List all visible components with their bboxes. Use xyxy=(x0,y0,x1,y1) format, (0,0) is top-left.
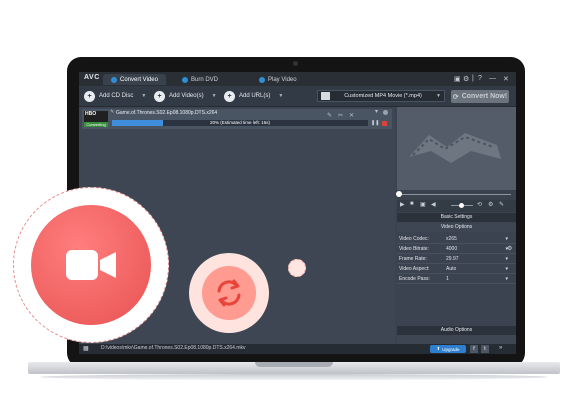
basic-settings-header[interactable]: Basic Settings xyxy=(397,213,516,222)
laptop-notch xyxy=(255,362,333,367)
pause-icon[interactable]: ❚❚ xyxy=(371,120,379,126)
dropdown-icon[interactable]: ▾ xyxy=(375,108,378,115)
chevron-down-icon: ▼ xyxy=(436,93,441,99)
encode-pass-select[interactable]: 1 ▾ xyxy=(446,276,508,282)
profile-label: Customized MP4 Movie (*.mp4) xyxy=(344,93,422,99)
frame-rate-select[interactable]: 29.97 ▾ xyxy=(446,256,508,262)
status-dot-icon xyxy=(383,110,388,115)
gear-icon[interactable]: ⚙ xyxy=(507,245,512,252)
seek-bar-area xyxy=(397,190,516,200)
snapshot-icon[interactable]: ▣ xyxy=(420,201,426,208)
stop-icon[interactable]: ■ xyxy=(410,201,414,207)
option-label: Encode Pass: xyxy=(399,276,430,282)
settings-icon[interactable]: ⚙ xyxy=(488,201,493,208)
option-label: Video Bitrate: xyxy=(399,246,429,252)
app-logo: AVC xyxy=(84,74,100,81)
chevron-down-icon: ▾ xyxy=(505,236,508,242)
video-aspect-select[interactable]: Auto ▾ xyxy=(446,266,508,272)
webcam xyxy=(293,61,298,66)
chevron-down-icon[interactable]: ▼ xyxy=(278,93,283,99)
collapse-icon[interactable]: ▦ xyxy=(83,345,89,352)
video-options-header[interactable]: Video Options xyxy=(397,223,516,232)
add-cd-disc-button[interactable]: + Add CD Disc ▼ xyxy=(84,90,146,102)
gear-icon[interactable]: ⚙ xyxy=(463,75,469,83)
sync-badge xyxy=(202,266,256,320)
refresh-icon: ⟳ xyxy=(452,93,459,101)
facebook-icon[interactable]: f xyxy=(470,345,478,353)
add-videos-button[interactable]: + Add Video(s) ▼ xyxy=(154,90,217,102)
convert-now-label: Convert Now! xyxy=(461,93,508,100)
upgrade-button[interactable]: ⬆ Upgrade xyxy=(430,345,466,353)
video-camera-icon xyxy=(66,250,116,280)
video-codec-select[interactable]: x265 ▾ xyxy=(446,236,508,242)
sync-icon xyxy=(217,279,241,307)
tab-play-video[interactable]: Play Video xyxy=(259,74,297,85)
film-strip-icon xyxy=(409,133,501,163)
chevron-down-icon: ▾ xyxy=(505,266,508,272)
volume-handle[interactable] xyxy=(459,203,464,208)
option-value: 4000 xyxy=(446,246,458,252)
tab-label: Burn DVD xyxy=(191,76,219,83)
play-tab-icon xyxy=(259,76,265,83)
help-icon[interactable]: ? xyxy=(478,75,482,82)
chevron-down-icon[interactable]: ▼ xyxy=(212,93,217,99)
edit-tool-icon[interactable]: ✎ xyxy=(327,112,332,119)
edit-icon[interactable]: ✎ xyxy=(499,201,504,208)
option-value: x265 xyxy=(446,236,457,242)
output-profile-select[interactable]: Customized MP4 Movie (*.mp4) ▼ xyxy=(317,90,445,102)
edit-icon[interactable]: ✎ xyxy=(110,109,114,115)
output-path: D:\videos\mkv\Game.of.Thrones.S02.Ep08.1… xyxy=(101,345,246,351)
profile-icon xyxy=(321,92,330,100)
video-tab-icon xyxy=(111,76,117,83)
option-value: Auto xyxy=(446,266,457,272)
option-label: Frame Rate: xyxy=(399,256,427,262)
upgrade-label: Upgrade xyxy=(442,346,460,352)
option-label: Video Aspect: xyxy=(399,266,430,272)
cut-icon[interactable]: ✂ xyxy=(338,112,343,119)
seek-handle[interactable] xyxy=(396,191,402,197)
laptop-shadow xyxy=(40,374,548,380)
chevron-down-icon: ▾ xyxy=(505,256,508,262)
volume-icon[interactable]: ◀ xyxy=(431,201,436,208)
disc-icon: + xyxy=(84,90,95,102)
progress-text: 20% (Estimated time left: 16s) xyxy=(209,120,271,125)
add-urls-button[interactable]: + Add URL(s) ▼ xyxy=(224,90,283,102)
video-bitrate-select[interactable]: 4000 ▾ xyxy=(446,246,508,252)
tab-convert-video[interactable]: Convert Video xyxy=(103,74,166,85)
chevron-down-icon: ▾ xyxy=(505,276,508,282)
add-videos-label: Add Video(s) xyxy=(169,93,204,99)
arrow-up-icon: ⬆ xyxy=(436,346,441,351)
film-add-icon: + xyxy=(154,90,165,102)
stop-icon[interactable] xyxy=(382,121,387,126)
separator-icon: | xyxy=(472,75,474,82)
add-cd-disc-label: Add CD Disc xyxy=(99,93,134,99)
decorative-dot xyxy=(288,259,306,277)
tab-label: Convert Video xyxy=(120,76,158,83)
twitter-icon[interactable]: t xyxy=(481,345,489,353)
file-name: Game.of.Thrones.S02.Ep08.1080p.DTS.x264 xyxy=(116,110,218,116)
convert-now-button[interactable]: ⟳ Convert Now! xyxy=(451,90,509,103)
globe-icon: + xyxy=(224,90,235,102)
option-value: 29.97 xyxy=(446,256,459,262)
converting-badge: Converting xyxy=(84,122,108,127)
thumbnail-text: HBO xyxy=(85,111,97,117)
dvd-tab-icon xyxy=(182,76,188,83)
skin-icon[interactable]: ▣ xyxy=(454,75,461,83)
chevron-down-icon[interactable]: ▼ xyxy=(141,93,146,99)
seek-track[interactable] xyxy=(399,194,511,195)
tab-burn-dvd[interactable]: Burn DVD xyxy=(182,74,218,85)
option-value: 1 xyxy=(446,276,449,282)
tab-label: Play Video xyxy=(268,76,297,83)
remove-icon[interactable]: ✕ xyxy=(349,112,354,119)
option-label: Video Codec: xyxy=(399,236,429,242)
add-urls-label: Add URL(s) xyxy=(239,93,271,99)
audio-options-header[interactable]: Audio Options xyxy=(397,326,516,335)
minimize-icon[interactable]: — xyxy=(489,75,496,82)
play-icon[interactable]: ▶ xyxy=(400,201,405,208)
loop-icon[interactable]: ⟲ xyxy=(477,201,482,208)
close-icon[interactable]: ✕ xyxy=(503,75,509,83)
expand-icon[interactable]: » xyxy=(499,345,502,351)
